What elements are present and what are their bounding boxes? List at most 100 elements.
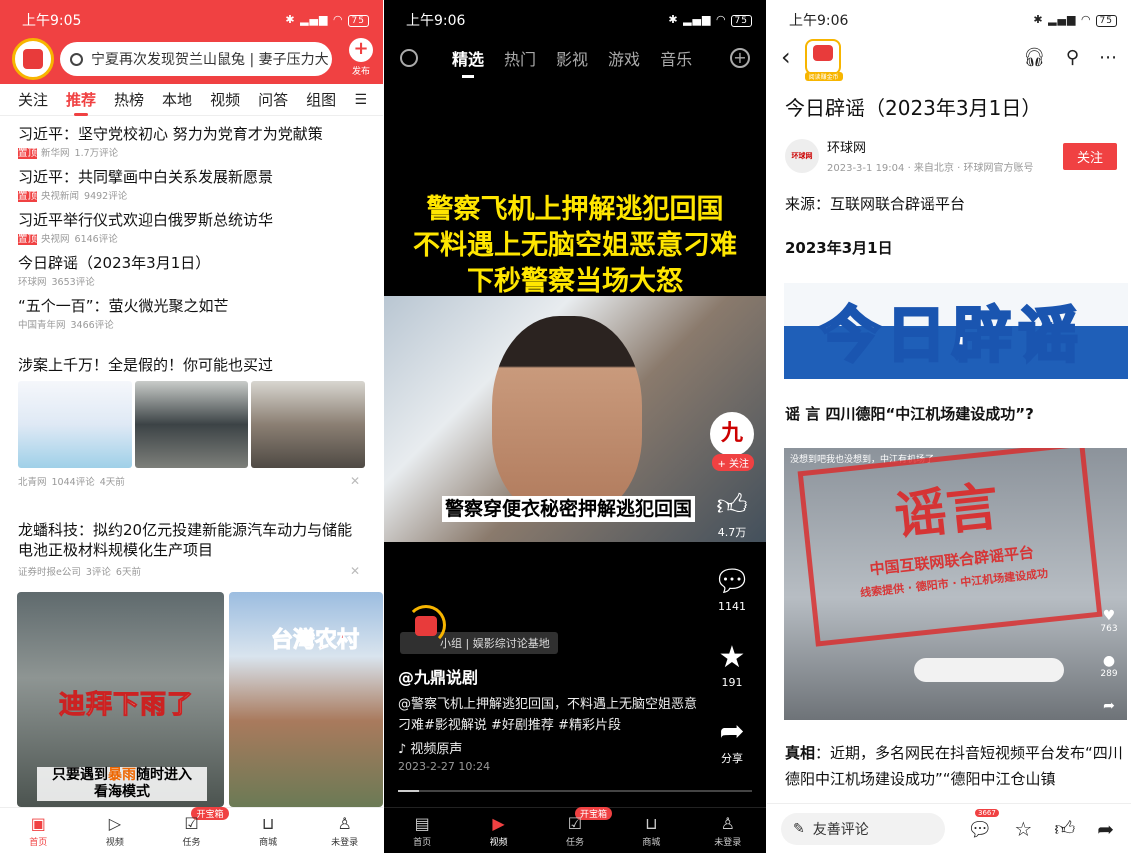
news-item[interactable]: 习近平举行仪式欢迎白俄罗斯总统访华 置顶 央视网 6146评论	[18, 210, 365, 245]
status-bar: 上午9:05 ✱ ▂▄▆ ◠ 75	[0, 0, 383, 40]
publish-label: 发布	[351, 67, 370, 77]
red-packet-icon	[812, 45, 833, 61]
news-item[interactable]: 今日辟谣（2023年3月1日） 环球网 3653评论	[18, 253, 365, 288]
nav-video[interactable]: ▶ 视频	[474, 813, 524, 848]
search-icon[interactable]	[400, 49, 418, 67]
red-packet-icon	[415, 616, 437, 636]
comment-icon: 💬︎	[712, 564, 752, 599]
heart-icon: ♥	[1102, 608, 1116, 624]
comment-input[interactable]: ✎ 友善评论	[781, 812, 945, 845]
tab-featured[interactable]: 精选	[452, 46, 484, 78]
add-icon[interactable]: +	[730, 48, 750, 68]
news-source: 央视网	[41, 234, 70, 245]
music-label[interactable]: ♪ 视频原声	[398, 738, 462, 757]
follow-button[interactable]: + 关注	[712, 454, 754, 471]
tab-popular[interactable]: 热门	[504, 46, 536, 70]
share-icon[interactable]: ➦	[1097, 817, 1114, 841]
tab-recommend[interactable]: 推荐	[66, 89, 96, 116]
nav-home[interactable]: ▣ 首页	[13, 813, 63, 848]
author-name[interactable]: @九鼎说剧	[398, 664, 478, 688]
headphones-icon[interactable]: 🎧︎	[1023, 47, 1046, 68]
battery-icon: 75	[730, 15, 752, 27]
video-frame[interactable]: 警察穿便衣秘密押解逃犯回国	[384, 296, 766, 542]
news-item[interactable]: “五个一百”：萤火微光聚之如芒 中国青年网 3466评论	[18, 296, 365, 331]
favorite-button[interactable]: ★ 191	[712, 640, 752, 689]
video-progress[interactable]	[398, 790, 752, 792]
nav-mall[interactable]: ⊔ 商城	[243, 813, 293, 848]
tab-follow[interactable]: 关注	[18, 89, 48, 110]
thumbs-up-icon[interactable]: 👍︎	[1054, 816, 1075, 841]
pinned-label: 置顶	[18, 191, 38, 202]
source-avatar[interactable]: 环球网	[785, 139, 819, 173]
share-button[interactable]: ➦ 分享	[712, 714, 752, 766]
thumbs-up-icon: 👍︎	[716, 488, 748, 523]
share-icon: ➦	[719, 714, 745, 749]
dismiss-icon[interactable]: ✕	[350, 474, 360, 488]
news-feed-screen: 上午9:05 ✱ ▂▄▆ ◠ 75 宁夏再次发现贺兰山鼠兔 | 妻子压力大 + 发…	[0, 0, 383, 853]
news-item[interactable]: 龙蟠科技：拟约20亿元投建新能源汽车动力与储能电池正极材料规模化生产项目 证券时…	[18, 520, 365, 578]
news-item[interactable]: 习近平：共同擘画中白关系发展新愿景 置顶 央视新闻 9492评论	[18, 167, 365, 202]
airplane-image	[914, 658, 1064, 682]
search-icon[interactable]: ⚲	[1066, 47, 1079, 68]
video-player-screen: 上午9:06 ✱ ▂▄▆ ◠ 75 精选 热门 影视 游戏 音乐 + 警察飞机上押…	[384, 0, 766, 853]
nav-mall[interactable]: ⊔ 商城	[626, 813, 676, 848]
rumor-heading: 谣 言 四川德阳“中江机场建设成功”?	[785, 405, 1034, 423]
video-card[interactable]: 迪拜下雨了 只要遇到暴雨随时进入 看海模式	[17, 592, 224, 807]
comment-button[interactable]: 💬︎ 1141	[712, 564, 752, 613]
source-name[interactable]: 环球网	[827, 137, 1033, 156]
tab-music[interactable]: 音乐	[660, 46, 692, 70]
nav-task[interactable]: 开宝箱 ☑ 任务	[550, 807, 612, 848]
tab-qa[interactable]: 问答	[258, 89, 288, 110]
video-card[interactable]: 台灣农村	[229, 592, 383, 807]
search-bar[interactable]: 宁夏再次发现贺兰山鼠兔 | 妻子压力大	[60, 42, 332, 76]
author-avatar[interactable]: 九	[710, 412, 754, 456]
video-person	[492, 316, 642, 516]
task-icon: ☑	[567, 814, 583, 833]
nav-video[interactable]: ▷ 视频	[90, 813, 140, 848]
user-icon: ♙	[720, 814, 735, 833]
article-action-bar: ✎ 友善评论 💬︎ 3667 ☆ 👍︎ ➦	[767, 803, 1131, 853]
video-share[interactable]: ➦	[1097, 698, 1121, 714]
rumor-video[interactable]: 没想到吧我也没想到，中江有机场了 谣言 中国互联网联合辟谣平台 线索提供 · 德…	[784, 448, 1127, 720]
like-button[interactable]: 👍︎ 4.7万	[712, 488, 752, 540]
status-icons: ✱ ▂▄▆ ◠ 75	[668, 13, 752, 27]
back-icon[interactable]: ‹	[781, 43, 791, 71]
dismiss-icon[interactable]: ✕	[350, 564, 360, 578]
video-caption: 迪拜下雨了	[58, 690, 195, 721]
comment-count: 3667	[975, 808, 999, 817]
news-item[interactable]: 涉案上千万！全是假的！你可能也买过 北青网 1044评论 4天前 ✕	[18, 355, 366, 488]
shop-icon: ⊔	[261, 814, 275, 833]
status-time: 上午9:06	[406, 13, 466, 29]
nav-home[interactable]: ▤ 首页	[397, 813, 447, 848]
app-logo[interactable]: 阅读赚金币	[804, 39, 843, 81]
video-comment[interactable]: ● 289	[1097, 653, 1121, 679]
video-like[interactable]: ♥ 763	[1097, 608, 1121, 634]
nav-profile[interactable]: ♙ 未登录	[703, 813, 753, 848]
news-comments: 3653评论	[51, 277, 95, 288]
menu-icon[interactable]: ☰	[354, 92, 367, 108]
comments-icon[interactable]: 💬︎ 3667	[967, 808, 999, 841]
publish-button[interactable]: + 发布	[349, 38, 373, 77]
news-item[interactable]: 习近平：坚守党校初心 努力为党育才为党献策 置顶 新华网 1.7万评论	[18, 124, 365, 159]
tab-film[interactable]: 影视	[556, 46, 588, 70]
play-icon: ▷	[108, 814, 122, 833]
shop-icon: ⊔	[645, 814, 658, 833]
nav-profile[interactable]: ♙ 未登录	[320, 813, 370, 848]
more-icon[interactable]: ⋯	[1099, 47, 1117, 68]
home-icon: ▣	[30, 814, 46, 833]
source-row: 环球网 环球网 2023-3-1 19:04 · 来自北京 · 环球网官方账号 …	[785, 137, 1117, 175]
news-title: “五个一百”：萤火微光聚之如芒	[18, 297, 229, 315]
star-icon[interactable]: ☆	[1014, 817, 1032, 841]
article-title: 今日辟谣（2023年3月1日）	[785, 96, 1042, 120]
follow-button[interactable]: 关注	[1062, 142, 1117, 170]
tab-video[interactable]: 视频	[210, 89, 240, 110]
tab-gallery[interactable]: 组图	[306, 89, 336, 110]
nav-task[interactable]: 开宝箱 ☑ 任务	[166, 807, 229, 848]
tab-local[interactable]: 本地	[162, 89, 192, 110]
share-icon: ➦	[1103, 698, 1115, 714]
news-time: 4天前	[99, 477, 125, 488]
tab-hot[interactable]: 热榜	[114, 89, 144, 110]
tab-games[interactable]: 游戏	[608, 46, 640, 70]
status-icons: ✱ ▂▄▆ ◠ 75	[285, 13, 369, 27]
app-logo[interactable]	[12, 38, 54, 80]
